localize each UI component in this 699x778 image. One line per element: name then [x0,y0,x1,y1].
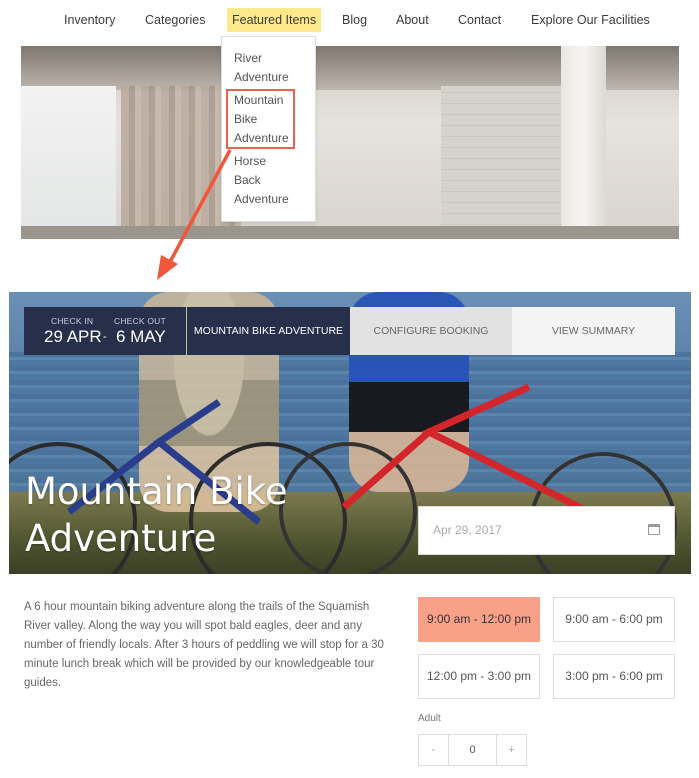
dropdown-item-horse-back-adventure[interactable]: Horse Back Adventure [234,152,304,209]
check-out-value: 6 MAY [116,327,166,346]
time-slot-3pm-6pm[interactable]: 3:00 pm - 6:00 pm [553,654,675,699]
nav-item-categories[interactable]: Categories [145,8,205,32]
dropdown-item-river-adventure[interactable]: River Adventure [234,49,304,87]
interior-hero-image [21,46,679,239]
title-line: Mountain Bike [25,470,288,513]
check-out-label: CHECK OUT [114,316,166,326]
top-nav: Inventory Categories Featured Items Blog… [0,0,699,40]
date-picker-value: Apr 29, 2017 [433,523,502,537]
nav-item-inventory[interactable]: Inventory [64,8,115,32]
nav-item-about[interactable]: About [396,8,429,32]
description-text: A 6 hour mountain biking adventure along… [24,601,384,689]
increment-button[interactable]: + [496,735,526,765]
dropdown-item-text: Adventure [234,192,289,206]
dropdown-item-text: Adventure [234,70,289,84]
dropdown-item-text: Horse [234,154,267,168]
page-title: Mountain Bike Adventure [25,468,385,562]
tab-mountain-bike-adventure[interactable]: MOUNTAIN BIKE ADVENTURE [187,307,350,355]
time-slot-9am-12pm[interactable]: 9:00 am - 12:00 pm [418,597,540,642]
dropdown-item-text: Back [234,173,261,187]
nav-item-contact[interactable]: Contact [458,8,501,32]
title-line: Adventure [25,517,217,560]
highlight-box [226,89,295,149]
tab-configure-booking[interactable]: CONFIGURE BOOKING [350,307,512,355]
decrement-button[interactable]: - [419,735,449,765]
tab-view-summary[interactable]: VIEW SUMMARY [512,307,675,355]
date-picker-field[interactable]: Apr 29, 2017 [418,506,675,555]
check-in-value: 29 APR [44,327,102,346]
check-in-label: CHECK IN [51,316,94,326]
booking-steps-bar: CHECK IN 29 APR - CHECK OUT 6 MAY MOUNTA… [24,307,675,355]
adult-count-input[interactable]: 0 [449,735,496,765]
nav-item-featured-items[interactable]: Featured Items [227,8,322,32]
calendar-icon[interactable] [648,524,660,535]
nav-item-blog[interactable]: Blog [342,8,367,32]
adult-quantity-stepper: - 0 + [418,734,527,766]
time-slot-12pm-3pm[interactable]: 12:00 pm - 3:00 pm [418,654,540,699]
check-dates[interactable]: CHECK IN 29 APR - CHECK OUT 6 MAY [24,307,186,355]
nav-item-explore-facilities[interactable]: Explore Our Facilities [531,8,650,32]
date-separator: - [103,331,107,343]
dropdown-item-text: River [234,51,263,65]
time-slot-9am-6pm[interactable]: 9:00 am - 6:00 pm [553,597,675,642]
adult-label: Adult [418,713,441,724]
